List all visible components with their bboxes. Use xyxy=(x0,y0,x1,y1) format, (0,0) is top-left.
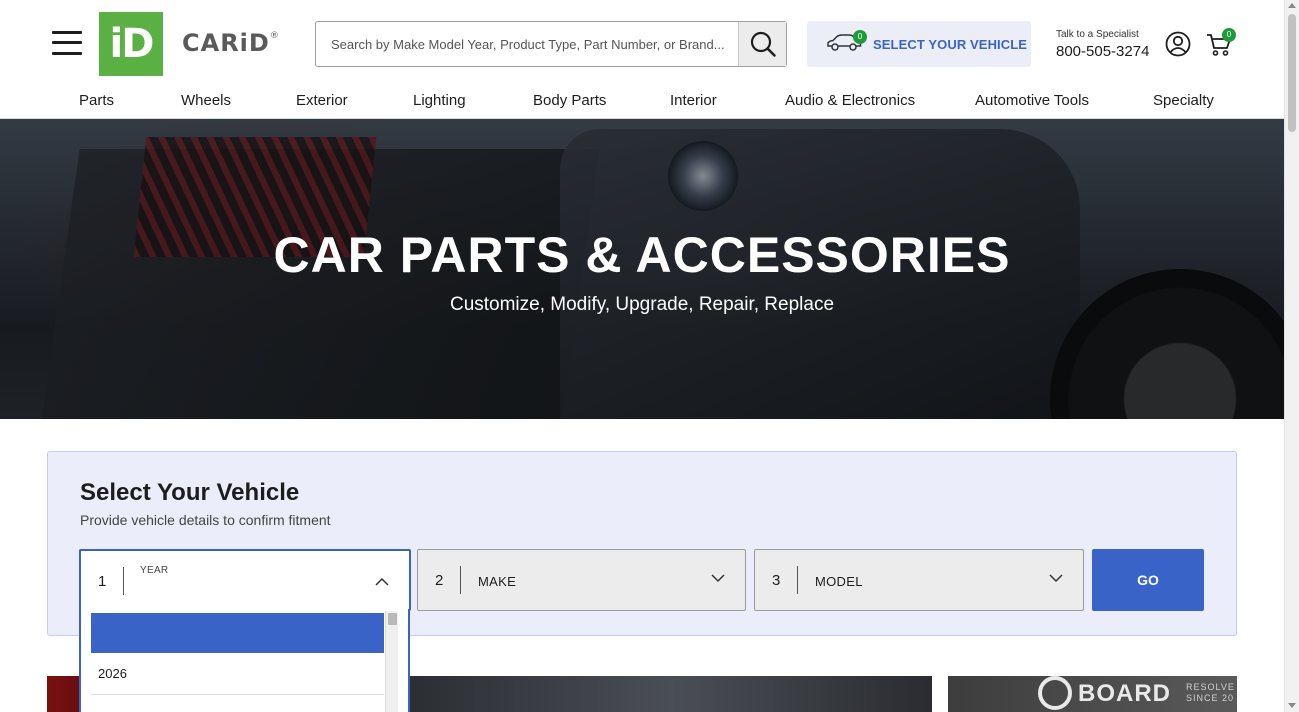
make-divider xyxy=(460,566,461,594)
hero-subtitle: Customize, Modify, Upgrade, Repair, Repl… xyxy=(449,294,835,315)
logo-word-text: CARiD xyxy=(182,29,270,57)
page-scroll-thumb[interactable] xyxy=(1288,14,1296,132)
year-option-2026[interactable]: 2026 xyxy=(91,653,384,695)
search-bar xyxy=(315,21,787,67)
hamburger-icon xyxy=(52,31,82,34)
select-vehicle-button[interactable]: 0 SELECT YOUR VEHICLE xyxy=(807,21,1031,67)
model-label: MODEL xyxy=(815,574,863,589)
search-icon xyxy=(750,31,776,57)
cart-count-badge: 0 xyxy=(1222,28,1236,42)
site-header: iD CARiD® 0 SELECT YOUR VEHICLE Talk to … xyxy=(0,0,1284,88)
year-option-selected[interactable] xyxy=(91,613,384,653)
go-button[interactable]: GO xyxy=(1092,549,1204,611)
hero-title: CAR PARTS & ACCESSORIES xyxy=(273,227,1011,283)
hamburger-menu-button[interactable] xyxy=(52,30,82,56)
user-icon xyxy=(1165,31,1191,57)
vehicle-selector-subtitle: Provide vehicle details to confirm fitme… xyxy=(80,512,331,528)
hero-banner: CAR PARTS & ACCESSORIES Customize, Modif… xyxy=(0,119,1284,419)
year-step-number: 1 xyxy=(98,573,107,590)
model-step-number: 3 xyxy=(772,572,781,589)
nav-item-interior[interactable]: Interior xyxy=(670,92,717,109)
search-button[interactable] xyxy=(738,22,786,66)
scroll-down-arrow-icon[interactable] xyxy=(1288,703,1296,708)
chevron-up-icon xyxy=(375,577,389,586)
nav-item-parts[interactable]: Parts xyxy=(79,92,114,109)
vehicle-selector-title: Select Your Vehicle xyxy=(80,479,300,506)
brand-tile-name: BOARD xyxy=(1078,680,1171,707)
model-divider xyxy=(797,566,798,594)
nav-item-audio-electronics[interactable]: Audio & Electronics xyxy=(785,92,915,109)
page-scrollbar[interactable] xyxy=(1284,0,1299,712)
make-select[interactable]: 2 MAKE xyxy=(417,549,746,611)
vehicle-count-badge: 0 xyxy=(853,30,867,44)
nav-item-exterior[interactable]: Exterior xyxy=(296,92,348,109)
year-select[interactable]: 1 YEAR xyxy=(79,549,411,611)
chevron-down-icon xyxy=(1049,574,1063,583)
cart-button[interactable]: 0 xyxy=(1206,28,1236,62)
brand-tile-board[interactable]: BOARD RESOLVE SINCE 20 xyxy=(948,676,1237,712)
account-button[interactable] xyxy=(1165,31,1191,62)
brand-tile-tagline: RESOLVE SINCE 20 xyxy=(1186,682,1235,703)
nav-item-wheels[interactable]: Wheels xyxy=(181,92,231,109)
carid-logo-wordmark[interactable]: CARiD® xyxy=(182,29,280,57)
chevron-down-icon xyxy=(711,574,725,583)
specialist-contact: Talk to a Specialist 800-505-3274 xyxy=(1056,29,1149,60)
year-dropdown-scroll-thumb[interactable] xyxy=(388,613,397,625)
make-step-number: 2 xyxy=(435,572,444,589)
main-navigation: Parts Wheels Exterior Lighting Body Part… xyxy=(0,88,1284,119)
select-vehicle-label: SELECT YOUR VEHICLE xyxy=(873,37,1028,52)
year-dropdown-scrollbar[interactable] xyxy=(385,611,398,712)
hamburger-icon-line xyxy=(52,41,82,44)
hamburger-icon-line xyxy=(52,52,82,55)
brand-logo-ring-icon xyxy=(1038,676,1072,710)
nav-item-specialty[interactable]: Specialty xyxy=(1153,92,1214,109)
year-option-2025[interactable]: 2025 xyxy=(91,696,384,712)
carid-logo-mark[interactable]: iD xyxy=(99,12,163,76)
search-input[interactable] xyxy=(316,22,738,66)
year-label: YEAR xyxy=(140,565,169,576)
specialist-phone-link[interactable]: 800-505-3274 xyxy=(1056,43,1149,60)
logo-registered-mark: ® xyxy=(269,31,280,41)
category-tile-interior[interactable] xyxy=(410,676,932,712)
logo-mark-text: iD xyxy=(109,21,155,67)
year-divider xyxy=(123,567,124,595)
nav-item-automotive-tools[interactable]: Automotive Tools xyxy=(975,92,1089,109)
scroll-up-arrow-icon[interactable] xyxy=(1288,3,1296,8)
make-label: MAKE xyxy=(478,574,517,589)
model-select[interactable]: 3 MODEL xyxy=(754,549,1084,611)
nav-item-lighting[interactable]: Lighting xyxy=(413,92,466,109)
nav-item-body-parts[interactable]: Body Parts xyxy=(533,92,606,109)
specialist-label: Talk to a Specialist xyxy=(1056,29,1139,40)
year-dropdown-list: 2026 2025 xyxy=(79,609,410,712)
